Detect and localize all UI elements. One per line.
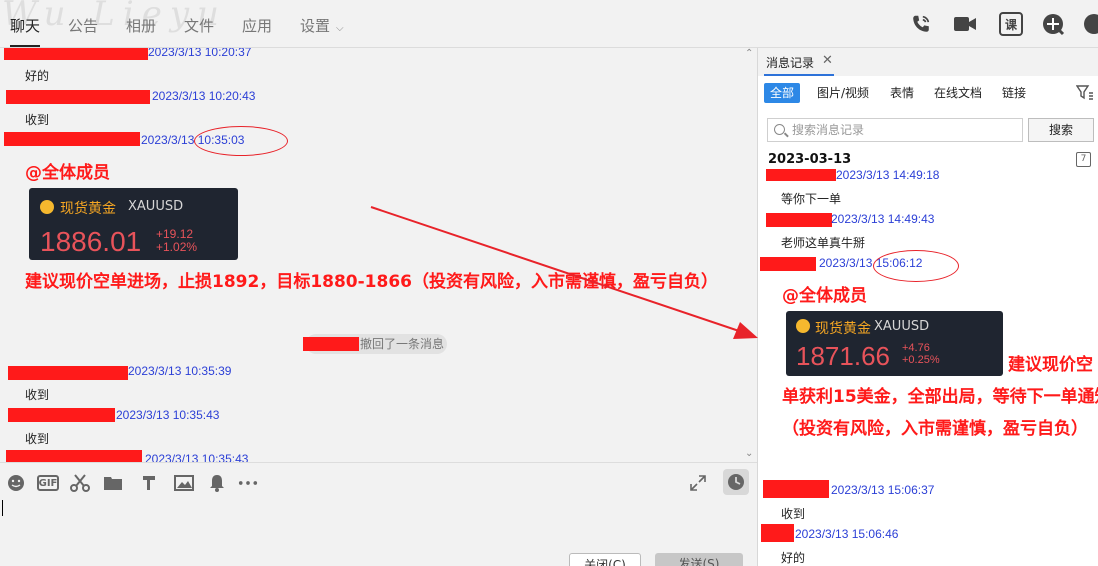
redacted-name	[8, 408, 115, 422]
date-header: 2023-03-13	[768, 152, 852, 167]
redacted-name	[766, 213, 832, 227]
scroll-up-icon[interactable]: ⌃	[745, 48, 753, 59]
calendar-icon[interactable]: 7	[1076, 152, 1091, 167]
doc-icon[interactable]	[139, 473, 159, 493]
phone-icon[interactable]	[909, 12, 933, 36]
history-toggle-button[interactable]	[723, 469, 749, 495]
message-timestamp: 2023/3/13 14:49:43	[831, 212, 935, 226]
quote-price: 1871.66	[796, 341, 890, 371]
trade-result-text: 单获利15美金，全部出局，等待下一单通知（投资有风险，入市需谨慎，盈亏自负）	[782, 387, 1098, 439]
redacted-name	[4, 132, 140, 146]
gold-coin-icon	[40, 200, 54, 214]
quote-price: 1886.01	[40, 226, 142, 257]
message-text: 好的	[25, 69, 50, 83]
tab-settings[interactable]: 设置 ⌵	[300, 15, 344, 35]
scroll-down-icon[interactable]: ⌄	[745, 448, 753, 459]
redacted-name	[760, 257, 816, 271]
mention-all: @全体成员	[782, 286, 867, 306]
image-icon[interactable]	[174, 473, 194, 493]
gif-icon[interactable]: GIF	[37, 475, 59, 491]
more-icon[interactable]	[1080, 12, 1098, 36]
annotation-circle	[194, 126, 288, 156]
app-window: Wu Lieyu 聊天 公告 相册 文件 应用 设置 ⌵ 课 2023/3/13 …	[0, 0, 1098, 566]
redacted-name	[303, 337, 359, 351]
expand-icon[interactable]	[688, 473, 708, 493]
tab-apps[interactable]: 应用	[242, 15, 272, 35]
tab-announcement[interactable]: 公告	[68, 15, 98, 35]
quote-change-pct: +1.02%	[156, 240, 198, 254]
message-history-panel: 消息记录 ✕ 全部 图片/视频 表情 在线文档 链接 搜索消息记录 搜索 202…	[757, 48, 1098, 566]
class-icon[interactable]: 课	[999, 12, 1023, 36]
message-timestamp: 2023/3/13 10:20:43	[152, 89, 256, 103]
chevron-down-icon: ⌵	[336, 23, 344, 34]
quote-code: XAUUSD	[874, 319, 930, 334]
gold-quote-card[interactable]: 现货黄金 XAUUSD 1886.01 +19.12 +1.02%	[29, 188, 238, 260]
history-tab-title[interactable]: 消息记录	[766, 54, 814, 71]
trade-result-text-line1: 建议现价空	[1008, 355, 1093, 375]
quote-change-abs: +19.12	[156, 227, 194, 241]
gold-quote-card[interactable]: 现货黄金 XAUUSD 1871.66 +4.76 +0.25%	[786, 311, 1003, 376]
filter-all[interactable]: 全部	[764, 83, 801, 103]
message-timestamp: 2023/3/13 15:06:46	[795, 527, 899, 541]
redacted-name	[6, 90, 150, 104]
more-dots-icon[interactable]	[238, 473, 258, 493]
quote-title: 现货黄金	[815, 321, 871, 337]
send-button[interactable]: 发送(S)	[655, 553, 743, 566]
search-icon	[774, 124, 785, 135]
quote-change-abs: +4.76	[902, 342, 930, 354]
message-timestamp: 2023/3/13 10:35:43	[145, 452, 249, 462]
tab-chat[interactable]: 聊天	[10, 15, 41, 47]
history-search-input[interactable]: 搜索消息记录	[767, 118, 1023, 142]
annotation-circle	[873, 250, 959, 282]
tab-files[interactable]: 文件	[184, 15, 214, 35]
message-timestamp: 2023/3/13 10:35:43	[116, 408, 220, 422]
message-text: 收到	[25, 113, 50, 127]
history-filter-bar: 全部 图片/视频 表情 在线文档 链接	[758, 76, 1098, 110]
mention-all: @全体成员	[25, 163, 110, 183]
message-text: 老师这单真牛掰	[781, 236, 866, 250]
emoji-icon[interactable]	[6, 473, 26, 493]
filter-icon[interactable]	[1075, 84, 1094, 102]
history-tab-header: 消息记录 ✕	[758, 48, 1098, 76]
trade-advice-text: 建议现价空单进场，止损1892，目标1880-1866（投资有风险，入市需谨慎，…	[25, 272, 718, 292]
composer-toolbar: GIF	[0, 462, 757, 500]
video-call-icon[interactable]	[953, 12, 977, 36]
filter-media[interactable]: 图片/视频	[817, 83, 869, 103]
tab-album[interactable]: 相册	[126, 15, 156, 35]
message-text: 好的	[781, 551, 806, 565]
quote-title: 现货黄金	[60, 201, 116, 217]
redacted-name	[766, 169, 836, 181]
redacted-name	[6, 450, 142, 462]
message-text: 等你下一单	[781, 192, 842, 206]
tab-settings-label: 设置	[300, 17, 331, 35]
redacted-name	[761, 524, 794, 542]
gold-coin-icon	[796, 319, 810, 333]
bell-icon[interactable]	[207, 473, 227, 493]
redacted-name	[763, 480, 829, 498]
filter-online-docs[interactable]: 在线文档	[934, 83, 982, 103]
filter-links[interactable]: 链接	[1002, 83, 1026, 103]
redacted-name	[8, 366, 128, 380]
add-icon[interactable]	[1041, 12, 1065, 36]
message-timestamp: 2023/3/13 15:06:37	[831, 483, 935, 497]
message-timestamp: 2023/3/13 10:20:37	[148, 48, 252, 59]
message-text: 收到	[781, 507, 806, 521]
search-button[interactable]: 搜索	[1028, 118, 1094, 142]
message-timestamp: 2023/3/13 10:35:39	[128, 364, 232, 378]
scissors-icon[interactable]	[70, 473, 90, 493]
folder-icon[interactable]	[103, 473, 123, 493]
text-caret	[2, 500, 3, 516]
redacted-name	[4, 48, 148, 60]
message-text: 收到	[25, 432, 50, 446]
message-text: 收到	[25, 388, 50, 402]
message-input[interactable]	[0, 500, 757, 566]
top-bar: Wu Lieyu 聊天 公告 相册 文件 应用 设置 ⌵ 课	[0, 0, 1098, 48]
close-button[interactable]: 关闭(C)	[569, 553, 641, 566]
quote-change-pct: +0.25%	[902, 354, 940, 366]
close-icon[interactable]: ✕	[822, 53, 833, 68]
quote-code: XAUUSD	[128, 199, 184, 214]
message-timestamp: 2023/3/13 14:49:18	[836, 168, 940, 182]
filter-stickers[interactable]: 表情	[890, 83, 914, 103]
chat-message-list[interactable]: 2023/3/13 10:20:37 好的 2023/3/13 10:20:43…	[0, 48, 757, 462]
